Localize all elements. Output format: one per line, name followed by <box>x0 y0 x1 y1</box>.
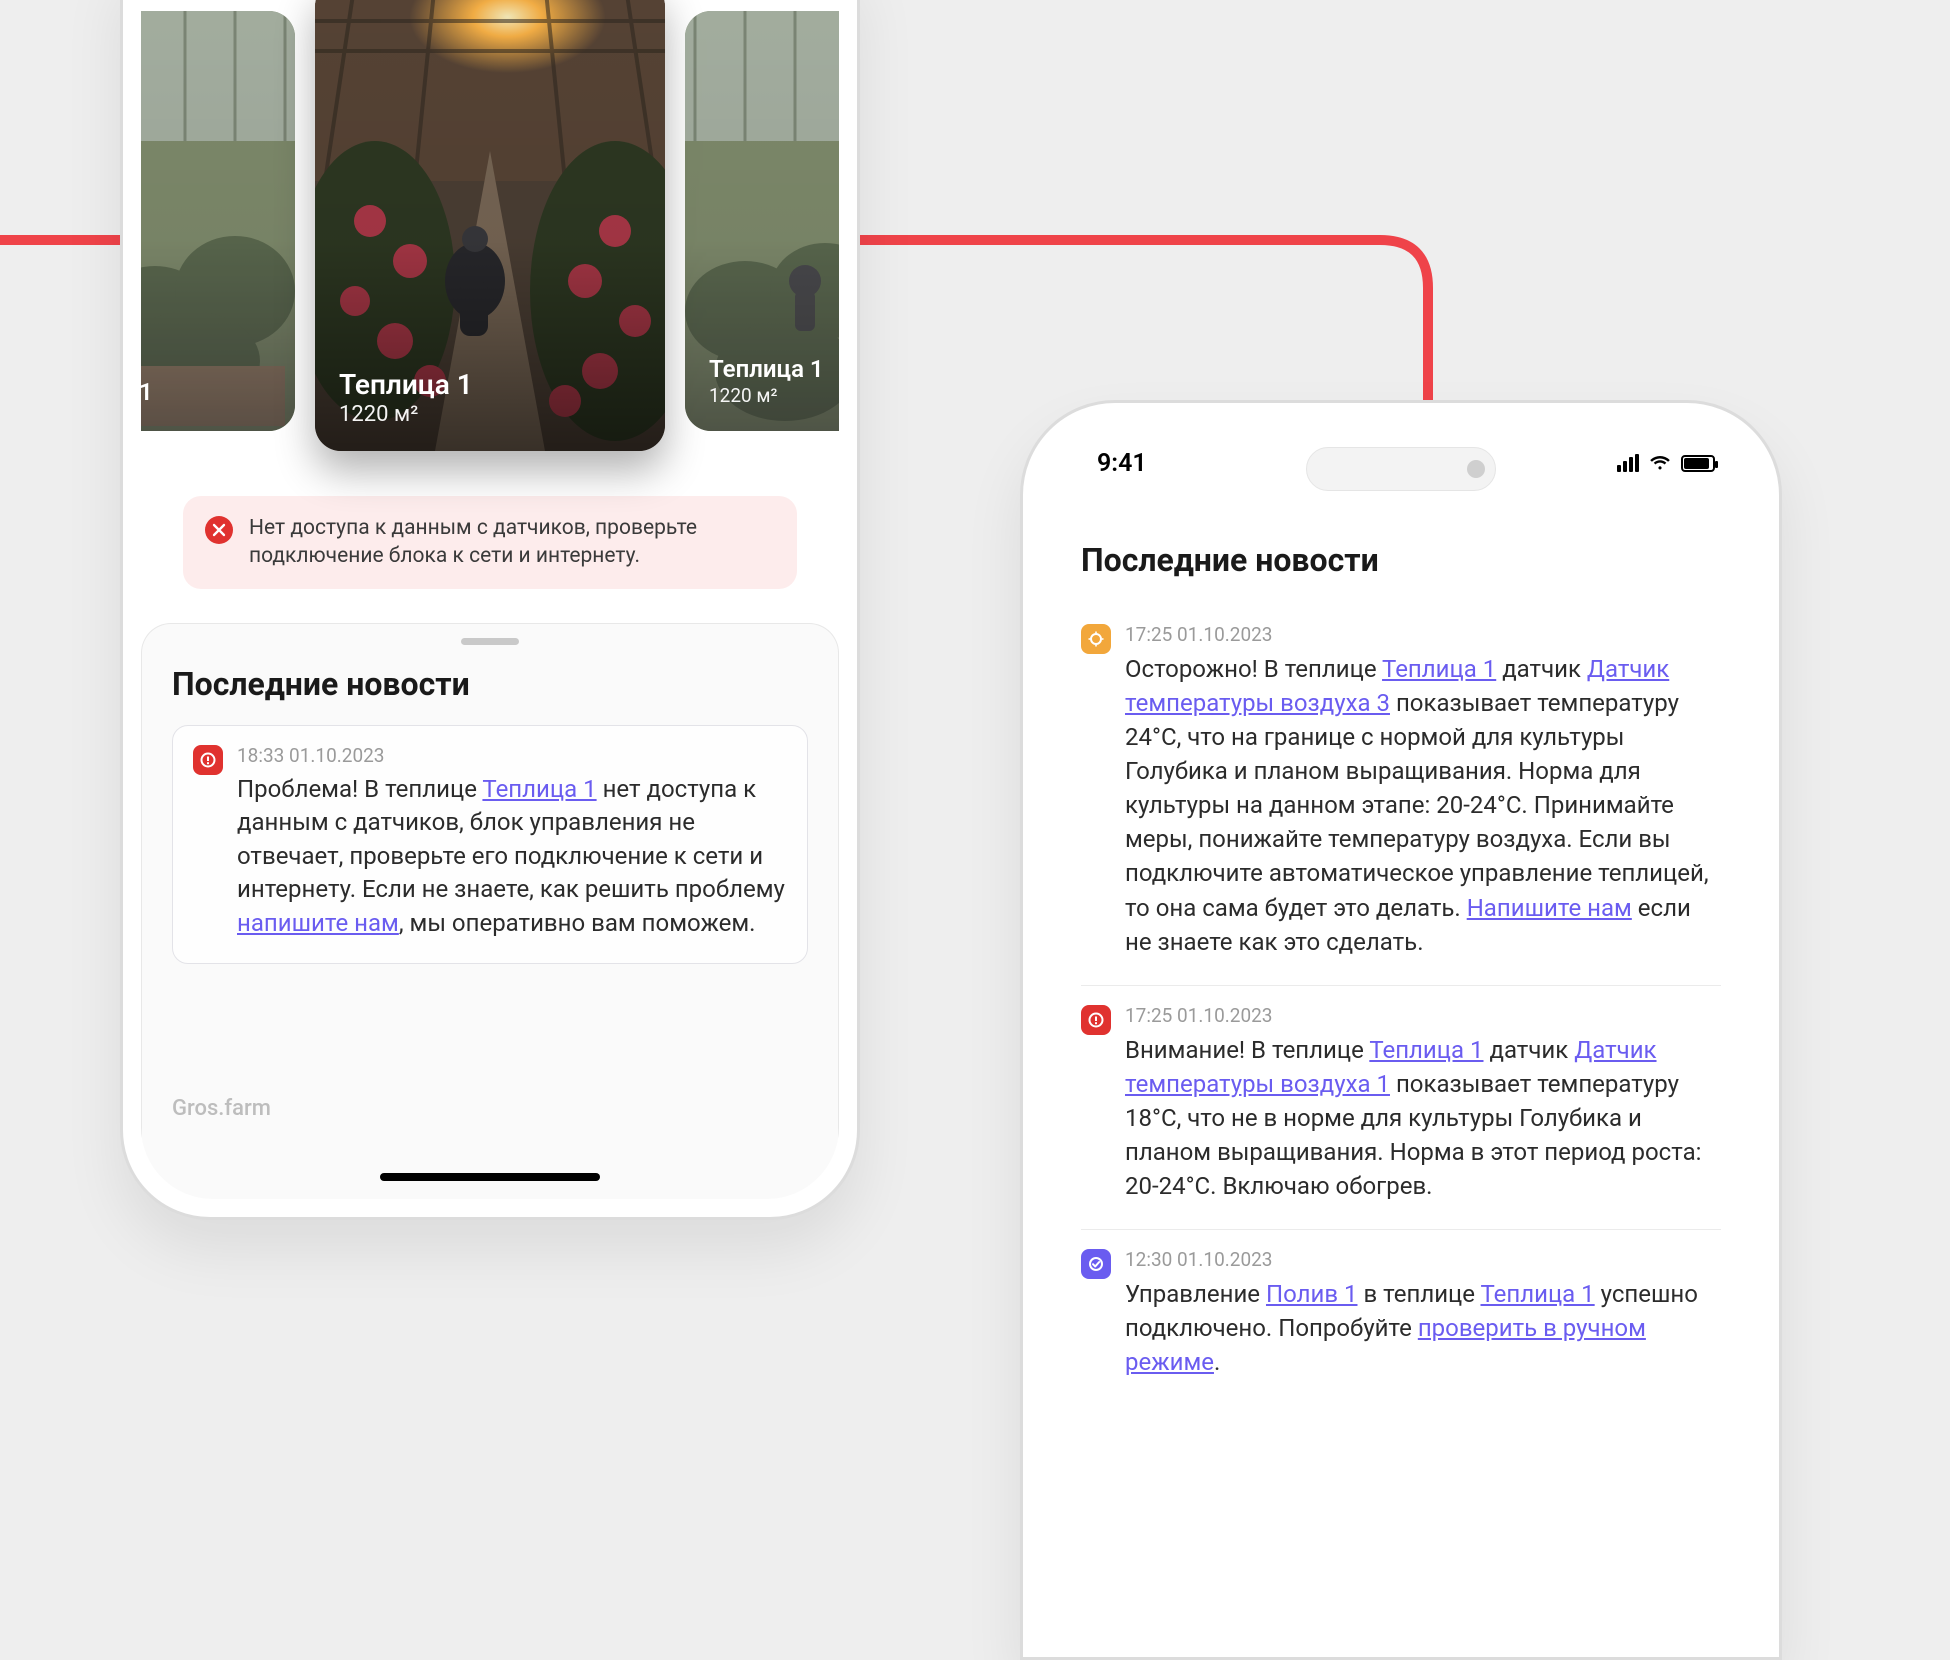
inline-link[interactable]: Теплица 1 <box>1480 1280 1594 1308</box>
news-timestamp: 17:25 01.10.2023 <box>1125 1004 1721 1027</box>
alert-text: Нет доступа к данным с датчиков, проверь… <box>249 514 775 571</box>
news-timestamp: 18:33 01.10.2023 <box>237 744 787 767</box>
greenhouse-carousel[interactable]: 1 <box>141 0 839 476</box>
card-subtitle: 1220 м² <box>339 402 647 427</box>
phone-mock-right: 9:41 Последние новости 17:25 01.10.2023 О… <box>1020 400 1782 1660</box>
home-indicator[interactable] <box>380 1173 600 1181</box>
brand-label: Gros.farm <box>172 1096 271 1121</box>
news-item[interactable]: 17:25 01.10.2023 Осторожно! В теплице Теп… <box>1081 605 1721 986</box>
phone-left-screen: 1 <box>141 0 839 1199</box>
greenhouse-link[interactable]: Теплица 1 <box>482 775 596 803</box>
greenhouse-card-active[interactable]: Теплица 1 1220 м² <box>315 0 665 451</box>
error-icon <box>205 516 233 544</box>
news-sheet: Последние новости 18:33 01.10.2023 Пробл… <box>141 623 839 1199</box>
alert-critical-icon <box>1081 1005 1111 1035</box>
status-time: 9:41 <box>1097 449 1147 478</box>
camera-dot <box>1467 460 1485 478</box>
sheet-drag-handle[interactable] <box>461 638 519 645</box>
news-timestamp: 17:25 01.10.2023 <box>1125 623 1721 646</box>
card-title: 1 <box>141 378 277 407</box>
inline-link[interactable]: Теплица 1 <box>1382 655 1496 683</box>
dynamic-island <box>1306 447 1496 491</box>
news-item[interactable]: 17:25 01.10.2023 Внимание! В теплице Тепл… <box>1081 986 1721 1230</box>
news-text: Проблема! В теплице Теплица 1 нет доступ… <box>237 773 787 941</box>
news-heading: Последние новости <box>1081 541 1721 579</box>
card-label: Теплица 1 1220 м² <box>709 355 839 407</box>
news-item[interactable]: 12:30 01.10.2023 Управление Полив 1 в теп… <box>1081 1230 1721 1405</box>
card-label: 1 <box>141 378 277 407</box>
alert-critical-icon <box>193 745 223 775</box>
greenhouse-card-prev[interactable]: 1 <box>141 11 295 431</box>
news-text: Осторожно! В теплице Теплица 1 датчик Да… <box>1125 652 1721 959</box>
inline-link[interactable]: Теплица 1 <box>1369 1036 1483 1064</box>
contact-link[interactable]: напишите нам <box>237 909 399 937</box>
news-list: 17:25 01.10.2023 Осторожно! В теплице Теп… <box>1081 605 1721 1405</box>
phone-right-screen: 9:41 Последние новости 17:25 01.10.2023 О… <box>1041 421 1761 1639</box>
news-text: Управление Полив 1 в теплице Теплица 1 у… <box>1125 1277 1721 1379</box>
wifi-icon <box>1649 455 1671 471</box>
battery-icon <box>1681 455 1715 472</box>
inline-link[interactable]: Напишите нам <box>1467 894 1632 922</box>
news-heading: Последние новости <box>172 665 808 703</box>
card-subtitle: 1220 м² <box>709 384 839 407</box>
card-title: Теплица 1 <box>709 355 839 384</box>
card-label: Теплица 1 1220 м² <box>339 368 647 427</box>
greenhouse-card-next[interactable]: Теплица 1 1220 м² <box>685 11 839 431</box>
inline-link[interactable]: Полив 1 <box>1266 1280 1358 1308</box>
alert-warning-icon <box>1081 624 1111 654</box>
news-text: Внимание! В теплице Теплица 1 датчик Дат… <box>1125 1033 1721 1203</box>
news-item[interactable]: 18:33 01.10.2023 Проблема! В теплице Теп… <box>172 725 808 964</box>
cellular-icon <box>1617 454 1639 472</box>
news-timestamp: 12:30 01.10.2023 <box>1125 1248 1721 1271</box>
success-icon <box>1081 1249 1111 1279</box>
card-title: Теплица 1 <box>339 368 647 402</box>
error-alert: Нет доступа к данным с датчиков, проверь… <box>183 496 797 589</box>
phone-mock-left: 1 <box>120 0 860 1220</box>
